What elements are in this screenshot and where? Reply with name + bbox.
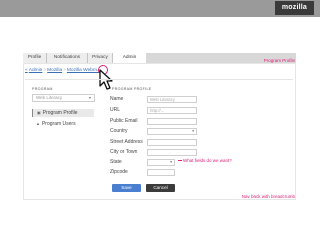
city-input[interactable]: [147, 149, 197, 156]
breadcrumb-admin[interactable]: Admin: [29, 68, 43, 73]
name-input-value: Web Literacy: [150, 97, 175, 102]
mozilla-logo[interactable]: mozilla: [274, 1, 314, 15]
annotation-fields-question-text: What fields do we want?: [183, 158, 232, 163]
form-section-label: PROGRAM PROFILE: [112, 87, 152, 91]
cancel-button[interactable]: Cancel: [146, 184, 175, 192]
field-label-street-address: Street Address: [110, 139, 143, 145]
breadcrumb-current[interactable]: Mozilla Webm...: [67, 68, 101, 73]
breadcrumb-separator: >: [43, 68, 47, 73]
zipcode-input[interactable]: [147, 169, 175, 176]
program-select[interactable]: Web Literacy ▾: [32, 94, 95, 102]
sidebar-item-label: Program Users: [41, 121, 76, 127]
breadcrumb: « Admin>Mozilla>Mozilla Webm...: [25, 68, 101, 73]
tab-admin[interactable]: Admin: [113, 53, 146, 63]
tab-profile[interactable]: Profile: [23, 53, 47, 63]
breadcrumb-separator: >: [63, 68, 66, 73]
divider: [25, 79, 293, 80]
annotation-fields-question: What fields do we want?: [178, 158, 232, 163]
field-label-country: Country: [110, 128, 128, 134]
field-label-zipcode: Zipcode: [110, 169, 128, 175]
field-label-state: State: [110, 159, 122, 165]
country-select[interactable]: ▾: [147, 128, 197, 135]
field-label-public-email: Public Email: [110, 118, 138, 124]
chevron-down-icon: ▾: [88, 95, 91, 100]
annotation-breadcrumb-note: Nav back with breadcrumb: [241, 194, 295, 199]
name-input[interactable]: Web Literacy: [147, 96, 197, 103]
tab-privacy[interactable]: Privacy: [88, 53, 113, 63]
field-label-city: City or Town: [110, 149, 138, 155]
sidebar-item-label: Program Profile: [42, 110, 78, 116]
sidebar-item-program-users[interactable]: ▲ Program Users: [32, 120, 94, 128]
sidebar-section-label: PROGRAM: [32, 87, 53, 91]
doc-icon: ▣: [37, 110, 41, 115]
annotation-connector: [178, 160, 182, 162]
top-bar: mozilla: [0, 0, 320, 17]
state-select[interactable]: ▾: [147, 159, 175, 166]
breadcrumb-back-icon[interactable]: «: [25, 68, 28, 73]
field-label-url: URL: [110, 107, 121, 113]
tab-notifications[interactable]: Notifications: [47, 53, 88, 63]
chevron-down-icon: ▾: [170, 160, 172, 164]
breadcrumb-mozilla[interactable]: Mozilla: [47, 68, 62, 73]
chevron-down-icon: ▾: [192, 129, 194, 133]
sidebar-item-program-profile[interactable]: ▣ Program Profile: [32, 109, 94, 117]
url-input-value: http://...: [150, 108, 165, 113]
public-email-input[interactable]: [147, 118, 197, 125]
save-button[interactable]: Save: [112, 184, 141, 192]
field-label-name: Name: [110, 96, 124, 102]
program-select-value: Web Literacy: [36, 95, 63, 100]
user-icon: ▲: [36, 121, 40, 126]
street-address-input[interactable]: [147, 139, 197, 146]
url-input[interactable]: http://...: [147, 107, 197, 114]
